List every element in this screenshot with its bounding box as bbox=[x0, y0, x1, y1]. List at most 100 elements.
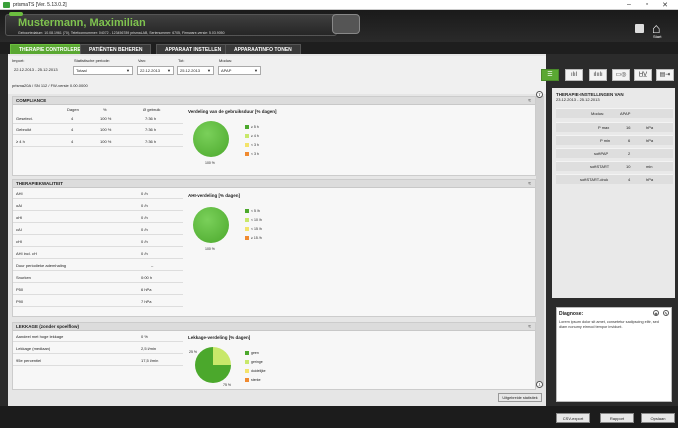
row-label: AHI bbox=[16, 191, 23, 196]
mode-label: Modus: bbox=[219, 58, 233, 63]
row-value: 0 /h bbox=[141, 203, 148, 208]
view-hv-button[interactable]: H̲V̲ bbox=[634, 69, 652, 81]
save-icon[interactable] bbox=[635, 24, 644, 33]
layers-icon[interactable]: ◈ bbox=[653, 310, 659, 316]
setting-value: 16 bbox=[626, 125, 631, 130]
maximize-button[interactable]: ▫ bbox=[640, 1, 654, 8]
view-device-button[interactable]: ▭◎ bbox=[612, 69, 630, 81]
table-row: cAI 0 /h bbox=[13, 225, 183, 235]
settings-row: softPAP 2 bbox=[556, 148, 673, 158]
title-bar-content: prismaTS [Ver. 5.13.0.2] – ▫ ✕ bbox=[0, 0, 678, 10]
setting-unit: hPa bbox=[646, 125, 654, 130]
setting-label: softSTART bbox=[590, 164, 610, 169]
report-button[interactable]: Rapport bbox=[600, 413, 634, 423]
chevron-down-icon: ▼ bbox=[126, 68, 130, 73]
row-label: Duur periodieke ademhaling bbox=[16, 263, 67, 268]
table-row: ≥ 4 h 4 100 % 7:36 h bbox=[13, 137, 183, 147]
vertical-scrollbar[interactable] bbox=[536, 96, 544, 386]
mode-select[interactable]: APAP ▼ bbox=[218, 66, 261, 75]
legend-label: < 3 h bbox=[251, 152, 259, 156]
view-bar-chart-button[interactable]: ılıl bbox=[565, 69, 583, 81]
from-date-select[interactable]: 22.12.2013 ▼ bbox=[137, 66, 174, 75]
table-row: AHI 0 /h bbox=[13, 189, 183, 199]
legend-label: ≥ 5 h bbox=[251, 125, 259, 129]
legend-swatch bbox=[245, 134, 249, 138]
row-label: cAI bbox=[16, 227, 22, 232]
table-row: Aandeel met hoge lekkage 0 % bbox=[13, 332, 183, 342]
collapse-icon[interactable]: ≈ bbox=[528, 97, 531, 105]
row-value: 0 /h bbox=[141, 191, 148, 196]
to-date-value: 25.12.2013 bbox=[180, 68, 201, 73]
setting-unit: hPa bbox=[646, 177, 654, 182]
tab-apparaatinfo-tonen[interactable]: APPARAATINFO TONEN bbox=[225, 44, 301, 54]
row-label: Geselect. bbox=[16, 116, 33, 121]
save-button[interactable]: Opslaan bbox=[641, 413, 675, 423]
import-value: 22.12.2013 - 25.12.2013 bbox=[14, 67, 58, 72]
legend-swatch bbox=[245, 209, 249, 213]
quality-title: THERAPIEKWALITEIT bbox=[13, 180, 535, 188]
to-date-select[interactable]: 25.12.2013 ▼ bbox=[177, 66, 214, 75]
table-row: P50 6 hPa bbox=[13, 285, 183, 295]
setting-value: 4 bbox=[628, 177, 631, 182]
import-label: Import: bbox=[12, 58, 25, 63]
close-button[interactable]: ✕ bbox=[658, 1, 672, 9]
row-percent: 100 % bbox=[100, 116, 112, 121]
legend-label: geen bbox=[251, 351, 259, 355]
row-label: P50 bbox=[16, 287, 24, 292]
minimize-button[interactable]: – bbox=[622, 1, 636, 8]
row-label: 95e percentiel bbox=[16, 358, 42, 363]
from-label: Van: bbox=[138, 58, 146, 63]
patient-name: Mustermann, Maximilian bbox=[18, 17, 146, 29]
table-row: cHI 0 /h bbox=[13, 237, 183, 247]
scroll-down-icon[interactable]: ⇩ bbox=[536, 381, 543, 388]
setting-unit: hPa bbox=[646, 138, 654, 143]
col-dagen: Dagen bbox=[67, 107, 79, 112]
legend-swatch bbox=[245, 125, 249, 129]
scroll-up-icon[interactable]: ⇧ bbox=[536, 91, 543, 98]
view-export-button[interactable]: ▤⇥ bbox=[656, 69, 674, 81]
tab-patienten-beheren[interactable]: PATIËNTEN BEHEREN bbox=[80, 44, 152, 54]
table-row: P90 7 hPa bbox=[13, 297, 183, 307]
edit-icon[interactable]: ✎ bbox=[663, 310, 669, 316]
home-label: Start bbox=[653, 34, 662, 39]
col-avg-use: Ø gebruik bbox=[143, 107, 161, 112]
row-avg: 7:36 h bbox=[145, 116, 157, 121]
row-value: 0 % bbox=[141, 334, 148, 339]
legend-label: < 3 h bbox=[251, 143, 259, 147]
legend-label: geringe bbox=[251, 360, 263, 364]
table-row: Duur periodieke ademhaling – bbox=[13, 261, 183, 271]
period-label: Statistische periode: bbox=[74, 58, 111, 63]
table-row: oHI 0 /h bbox=[13, 213, 183, 223]
setting-label: P max bbox=[598, 125, 610, 130]
table-row: 95e percentiel 17,5 l/min bbox=[13, 356, 183, 366]
device-icon bbox=[332, 14, 360, 34]
legend-swatch bbox=[245, 369, 249, 373]
collapse-icon[interactable]: ≈ bbox=[528, 323, 531, 331]
row-percent: 100 % bbox=[100, 139, 112, 144]
period-value: Totaal bbox=[76, 68, 87, 73]
extended-statistics-button[interactable]: Uitgebreide statistiek bbox=[498, 393, 542, 402]
period-select[interactable]: Totaal ▼ bbox=[73, 66, 133, 75]
collapse-icon[interactable]: ≈ bbox=[528, 180, 531, 188]
legend-label: sterke bbox=[251, 378, 261, 382]
view-histogram-button[interactable]: ılıılı bbox=[589, 69, 607, 81]
leak-pie-label-b: 75 % bbox=[223, 383, 231, 387]
view-list-button[interactable]: ☰ bbox=[541, 69, 559, 81]
mode-value: APAP bbox=[221, 68, 232, 73]
from-date-value: 22.12.2013 bbox=[140, 68, 161, 73]
tab-apparaat-instellen[interactable]: APPARAAT INSTELLEN bbox=[156, 44, 231, 54]
legend-swatch bbox=[245, 378, 249, 382]
app-logo-icon bbox=[3, 2, 10, 8]
patient-tag bbox=[9, 12, 23, 16]
to-label: Tot: bbox=[178, 58, 185, 63]
legend-swatch bbox=[245, 227, 249, 231]
row-avg: 7:36 h bbox=[145, 127, 157, 132]
patient-details: Geboortedatum: 10.08.1961 (70), Telefoon… bbox=[18, 31, 225, 35]
legend-swatch bbox=[245, 143, 249, 147]
setting-value: 2 bbox=[628, 151, 631, 156]
row-value: 2,5 l/min bbox=[141, 346, 157, 351]
row-label: cHI bbox=[16, 239, 22, 244]
chevron-down-icon: ▼ bbox=[207, 68, 211, 73]
csv-export-button[interactable]: CSV-export bbox=[556, 413, 590, 423]
legend-swatch bbox=[245, 218, 249, 222]
